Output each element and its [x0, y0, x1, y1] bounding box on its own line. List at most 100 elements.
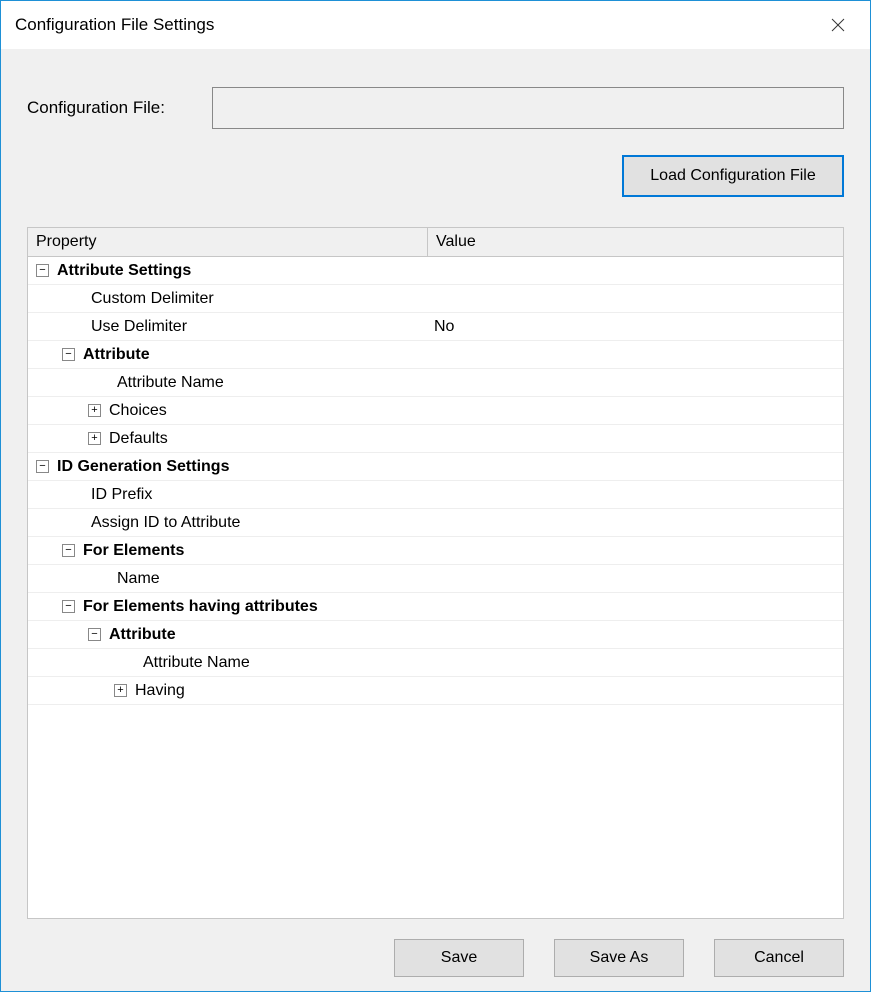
- property-row[interactable]: Having: [28, 677, 843, 705]
- toggle-spacer: [62, 488, 83, 501]
- value-cell[interactable]: [428, 633, 843, 637]
- value-cell[interactable]: [428, 297, 843, 301]
- property-row[interactable]: Use Delimiter No: [28, 313, 843, 341]
- toggle-spacer: [88, 572, 109, 585]
- property-cell: Attribute Name: [28, 654, 428, 672]
- property-row[interactable]: Custom Delimiter: [28, 285, 843, 313]
- column-header-value[interactable]: Value: [428, 228, 843, 256]
- property-row[interactable]: ID Prefix: [28, 481, 843, 509]
- property-label: Defaults: [109, 430, 168, 448]
- property-label: Attribute Name: [117, 374, 224, 392]
- property-grid-body: Attribute Settings Custom Delimiter Use De…: [28, 257, 843, 918]
- expand-icon[interactable]: [88, 404, 101, 417]
- property-cell: Defaults: [28, 430, 428, 448]
- load-configuration-file-button[interactable]: Load Configuration File: [622, 155, 844, 197]
- window-title: Configuration File Settings: [15, 15, 818, 35]
- property-label: Attribute Settings: [57, 262, 191, 280]
- property-label: Attribute: [109, 626, 176, 644]
- property-label: Attribute: [83, 346, 150, 364]
- property-label: For Elements: [83, 542, 184, 560]
- property-cell: Name: [28, 570, 428, 588]
- value-cell[interactable]: [428, 409, 843, 413]
- property-label: Use Delimiter: [91, 318, 187, 336]
- property-label: Custom Delimiter: [91, 290, 214, 308]
- toggle-spacer: [62, 292, 83, 305]
- value-cell[interactable]: [428, 689, 843, 693]
- collapse-icon[interactable]: [62, 544, 75, 557]
- collapse-icon[interactable]: [36, 264, 49, 277]
- cancel-button[interactable]: Cancel: [714, 939, 844, 977]
- dialog-body: Configuration File: Load Configuration F…: [1, 49, 870, 991]
- property-row[interactable]: Attribute Name: [28, 369, 843, 397]
- property-row[interactable]: Attribute Settings: [28, 257, 843, 285]
- value-cell[interactable]: [428, 549, 843, 553]
- property-row[interactable]: For Elements: [28, 537, 843, 565]
- dialog-configuration-file-settings: Configuration File Settings Configuratio…: [0, 0, 871, 992]
- value-cell[interactable]: No: [428, 316, 843, 338]
- property-cell: For Elements having attributes: [28, 598, 428, 616]
- property-row[interactable]: Attribute: [28, 621, 843, 649]
- property-cell: Attribute Name: [28, 374, 428, 392]
- property-cell: Use Delimiter: [28, 318, 428, 336]
- property-label: Choices: [109, 402, 167, 420]
- property-row[interactable]: For Elements having attributes: [28, 593, 843, 621]
- collapse-icon[interactable]: [88, 628, 101, 641]
- value-cell[interactable]: [428, 605, 843, 609]
- value-cell[interactable]: [428, 437, 843, 441]
- property-row[interactable]: ID Generation Settings: [28, 453, 843, 481]
- property-label: Assign ID to Attribute: [91, 514, 240, 532]
- property-label: ID Generation Settings: [57, 458, 229, 476]
- value-cell[interactable]: [428, 521, 843, 525]
- property-cell: Having: [28, 682, 428, 700]
- value-cell[interactable]: [428, 577, 843, 581]
- property-cell: Choices: [28, 402, 428, 420]
- property-cell: Attribute: [28, 346, 428, 364]
- value-cell[interactable]: [428, 381, 843, 385]
- property-row[interactable]: Attribute: [28, 341, 843, 369]
- toggle-spacer: [62, 516, 83, 529]
- close-icon: [831, 18, 845, 32]
- expand-icon[interactable]: [88, 432, 101, 445]
- close-button[interactable]: [818, 5, 858, 45]
- property-grid: Property Value Attribute Settings Custom …: [27, 227, 844, 919]
- value-cell[interactable]: [428, 465, 843, 469]
- value-cell[interactable]: [428, 493, 843, 497]
- property-row[interactable]: Name: [28, 565, 843, 593]
- property-grid-header: Property Value: [28, 228, 843, 257]
- toggle-spacer: [88, 376, 109, 389]
- property-label: Attribute Name: [143, 654, 250, 672]
- configuration-file-input[interactable]: [212, 87, 844, 129]
- value-cell[interactable]: [428, 353, 843, 357]
- property-cell: Attribute Settings: [28, 262, 428, 280]
- property-label: ID Prefix: [91, 486, 152, 504]
- property-label: Name: [117, 570, 160, 588]
- save-button[interactable]: Save: [394, 939, 524, 977]
- dialog-footer: Save Save As Cancel: [13, 919, 858, 977]
- value-cell[interactable]: [428, 269, 843, 273]
- property-label: Having: [135, 682, 185, 700]
- value-cell[interactable]: [428, 661, 843, 665]
- expand-icon[interactable]: [114, 684, 127, 697]
- property-cell: ID Generation Settings: [28, 458, 428, 476]
- load-button-row: Load Configuration File: [13, 129, 858, 197]
- collapse-icon[interactable]: [62, 348, 75, 361]
- titlebar: Configuration File Settings: [1, 1, 870, 49]
- column-header-property[interactable]: Property: [28, 228, 428, 256]
- property-label: For Elements having attributes: [83, 598, 318, 616]
- property-cell: Assign ID to Attribute: [28, 514, 428, 532]
- property-row[interactable]: Attribute Name: [28, 649, 843, 677]
- collapse-icon[interactable]: [62, 600, 75, 613]
- property-cell: For Elements: [28, 542, 428, 560]
- property-row[interactable]: Choices: [28, 397, 843, 425]
- property-cell: ID Prefix: [28, 486, 428, 504]
- configuration-file-label: Configuration File:: [27, 98, 212, 118]
- save-as-button[interactable]: Save As: [554, 939, 684, 977]
- property-cell: Custom Delimiter: [28, 290, 428, 308]
- toggle-spacer: [62, 320, 83, 333]
- property-row[interactable]: Assign ID to Attribute: [28, 509, 843, 537]
- configuration-file-row: Configuration File:: [13, 59, 858, 129]
- toggle-spacer: [114, 656, 135, 669]
- property-row[interactable]: Defaults: [28, 425, 843, 453]
- property-cell: Attribute: [28, 626, 428, 644]
- collapse-icon[interactable]: [36, 460, 49, 473]
